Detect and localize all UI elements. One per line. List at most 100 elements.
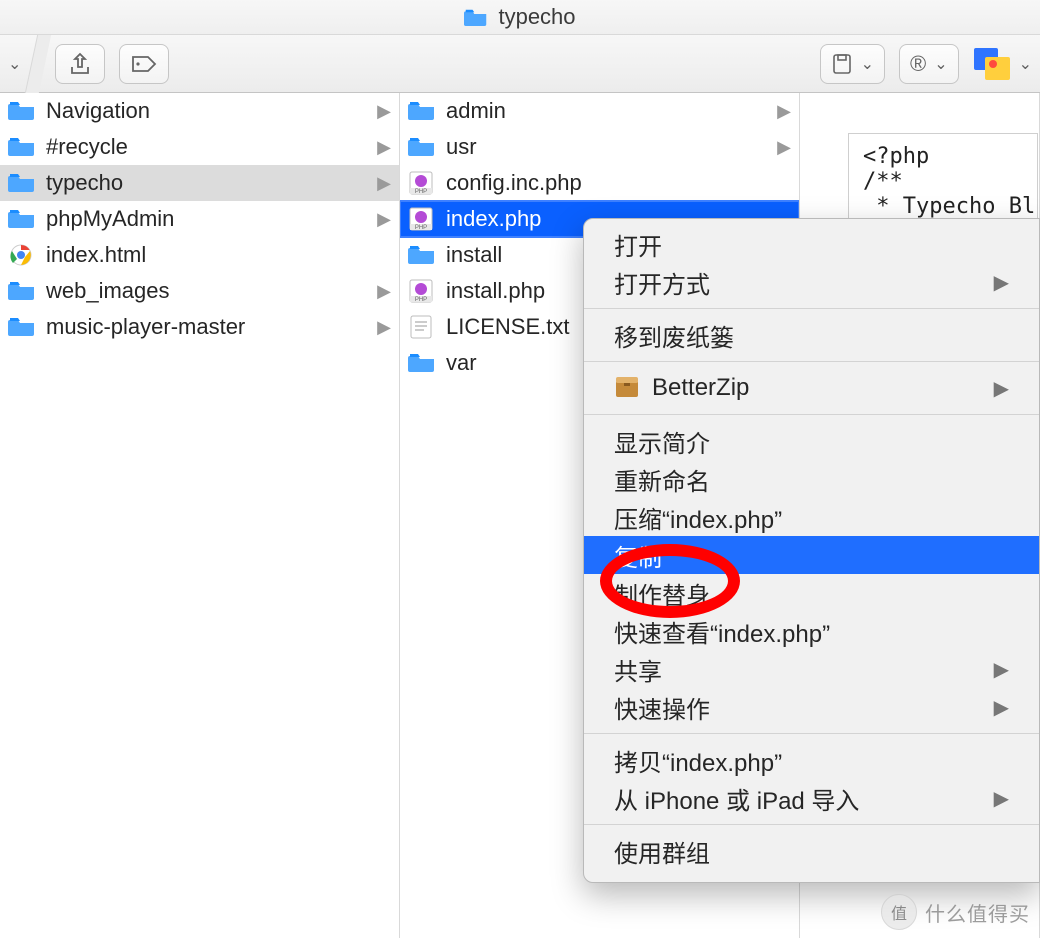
list-item[interactable]: index.html (0, 237, 399, 273)
photos-icon (973, 47, 1011, 81)
menu-separator (584, 308, 1039, 309)
chevron-right-icon: ▶ (377, 173, 391, 194)
item-label: web_images (46, 278, 170, 304)
menu-item[interactable]: 制作替身 (584, 574, 1039, 612)
menu-item[interactable]: 显示简介 (584, 422, 1039, 460)
menu-item[interactable]: 快速操作▶ (584, 688, 1039, 726)
item-label: install.php (446, 278, 545, 304)
folder-icon (408, 243, 436, 267)
menu-item[interactable]: 移到废纸篓 (584, 316, 1039, 354)
item-label: typecho (46, 170, 123, 196)
menu-item-label: 重新命名 (614, 462, 710, 497)
list-item[interactable]: #recycle ▶ (0, 129, 399, 165)
item-label: #recycle (46, 134, 128, 160)
item-label: admin (446, 98, 506, 124)
folder-icon (8, 207, 36, 231)
box-icon (614, 375, 640, 401)
list-item[interactable]: admin ▶ (400, 93, 799, 129)
folder-icon (8, 279, 36, 303)
menu-item-label: 使用群组 (614, 834, 710, 869)
menu-item[interactable]: 从 iPhone 或 iPad 导入 ▶ (584, 779, 1039, 817)
window-titlebar: typecho (0, 0, 1040, 35)
menu-item-label: 从 iPhone 或 iPad 导入 (614, 781, 859, 816)
php-icon (408, 279, 436, 303)
toolbar-overflow-left[interactable]: ⌄ (8, 54, 21, 74)
php-icon (408, 207, 436, 231)
item-label: index.html (46, 242, 146, 268)
chevron-right-icon: ▶ (377, 281, 391, 302)
menu-item[interactable]: 快速查看“index.php” (584, 612, 1039, 650)
menu-item-label: 压缩“index.php” (614, 500, 782, 535)
menu-item[interactable]: 复制 (584, 536, 1039, 574)
menu-item[interactable]: 使用群组 (584, 832, 1039, 870)
menu-item[interactable]: 压缩“index.php” (584, 498, 1039, 536)
menu-item[interactable]: 共享 ▶ (584, 650, 1039, 688)
watermark-badge: 值 (881, 894, 917, 930)
registered-dropdown[interactable]: ® ⌄ (899, 44, 959, 84)
menu-item-label: BetterZip (652, 374, 749, 402)
chevron-right-icon: ▶ (377, 137, 391, 158)
storage-dropdown[interactable]: ⌄ (820, 44, 885, 84)
menu-item-label: 复制 (614, 538, 662, 573)
chevron-right-icon: ▶ (377, 209, 391, 230)
list-item[interactable]: music-player-master ▶ (0, 309, 399, 345)
menu-item[interactable]: BetterZip ▶ (584, 369, 1039, 407)
chevron-right-icon: ▶ (377, 101, 391, 122)
watermark: 值 什么值得买 (881, 894, 1030, 930)
chevron-right-icon: ▶ (777, 101, 791, 122)
item-label: var (446, 350, 477, 376)
folder-icon (8, 315, 36, 339)
txt-icon (408, 315, 436, 339)
item-label: phpMyAdmin (46, 206, 174, 232)
chevron-right-icon: ▶ (994, 695, 1009, 720)
menu-item-label: 显示简介 (614, 424, 710, 459)
menu-separator (584, 824, 1039, 825)
menu-separator (584, 414, 1039, 415)
folder-icon (408, 99, 436, 123)
context-menu[interactable]: 打开打开方式 ▶ 移到废纸篓 BetterZip ▶ 显示简介重新命名压缩“index.p… (583, 218, 1040, 883)
list-item[interactable]: config.inc.php (400, 165, 799, 201)
chevron-right-icon: ▶ (777, 137, 791, 158)
chevron-right-icon: ▶ (994, 376, 1009, 401)
tag-icon (131, 54, 157, 74)
chevron-right-icon: ▶ (377, 317, 391, 338)
item-label: music-player-master (46, 314, 245, 340)
menu-item-label: 移到废纸篓 (614, 318, 734, 353)
item-label: LICENSE.txt (446, 314, 569, 340)
chevron-right-icon: ▶ (994, 270, 1009, 295)
menu-item[interactable]: 打开方式 ▶ (584, 263, 1039, 301)
chevron-down-icon: ⌄ (1019, 54, 1032, 74)
menu-item-label: 打开方式 (614, 265, 710, 300)
menu-item[interactable]: 重新命名 (584, 460, 1039, 498)
folder-icon (464, 7, 488, 27)
column-1[interactable]: Navigation ▶ #recycle ▶ typecho ▶ phpMyAdmin ▶ i… (0, 93, 400, 938)
folder-icon (408, 351, 436, 375)
menu-separator (584, 733, 1039, 734)
registered-icon: ® (910, 51, 926, 77)
list-item[interactable]: typecho ▶ (0, 165, 399, 201)
preview-line: <?php (863, 144, 929, 169)
list-item[interactable]: phpMyAdmin ▶ (0, 201, 399, 237)
list-item[interactable]: web_images ▶ (0, 273, 399, 309)
apps-dropdown[interactable]: ⌄ (973, 44, 1032, 84)
chevron-right-icon: ▶ (994, 786, 1009, 811)
item-label: usr (446, 134, 477, 160)
folder-icon (8, 171, 36, 195)
folder-icon (408, 135, 436, 159)
menu-item[interactable]: 拷贝“index.php” (584, 741, 1039, 779)
item-label: Navigation (46, 98, 150, 124)
item-label: index.php (446, 206, 541, 232)
menu-item-label: 共享 (614, 652, 662, 687)
item-label: config.inc.php (446, 170, 582, 196)
share-button[interactable] (55, 44, 105, 84)
list-item[interactable]: Navigation ▶ (0, 93, 399, 129)
toolbar: ⌄ ⌄ ® ⌄ ⌄ (0, 35, 1040, 93)
tags-button[interactable] (119, 44, 169, 84)
chevron-right-icon: ▶ (994, 657, 1009, 682)
menu-item[interactable]: 打开 (584, 225, 1039, 263)
chevron-down-icon: ⌄ (861, 54, 874, 74)
preview-line: * Typecho Bl (863, 194, 1035, 219)
list-item[interactable]: usr ▶ (400, 129, 799, 165)
menu-item-label: 拷贝“index.php” (614, 743, 782, 778)
menu-item-label: 快速查看“index.php” (614, 614, 830, 649)
